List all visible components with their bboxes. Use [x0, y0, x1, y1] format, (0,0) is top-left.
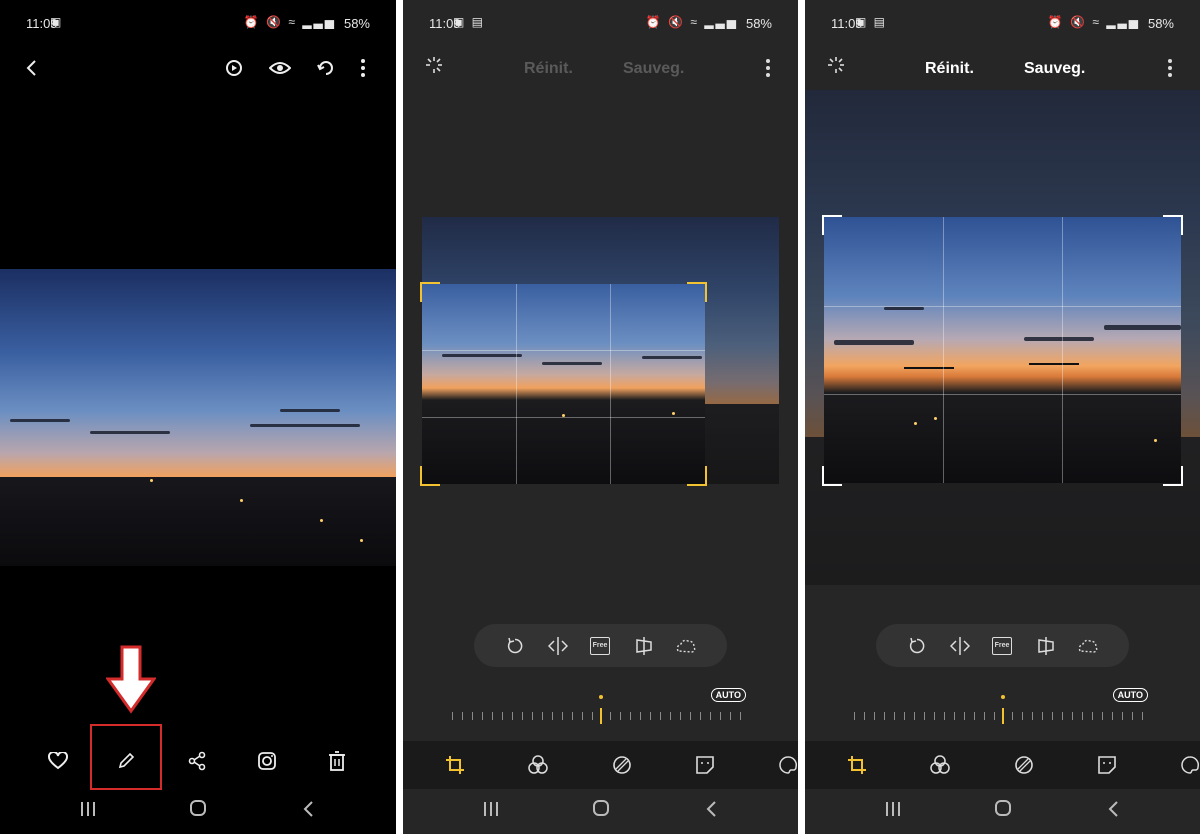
crop-toolbar: Free [876, 624, 1129, 667]
status-icons: ⏰ 🔇 ≈ ▂▃▅ [645, 15, 738, 29]
battery-level: 58% [745, 16, 772, 31]
slider-center-dot [1001, 695, 1005, 699]
photo-editor-cropped-screen: 11:09 ▣ ▤ ⏰ 🔇 ≈ ▂▃▅ 58% Réinit. Sauveg. [805, 0, 1200, 834]
adjust-icon[interactable] [610, 753, 634, 777]
delete-icon[interactable] [325, 749, 349, 773]
nav-back-icon[interactable] [1107, 801, 1119, 822]
free-ratio-label: Free [590, 637, 610, 655]
free-ratio-icon[interactable]: Free [991, 635, 1013, 657]
editor-tab-bar [805, 741, 1200, 789]
slider-indicator [600, 708, 602, 724]
crop-toolbar: Free [474, 624, 727, 667]
crop-handle-bottom-left[interactable] [822, 466, 842, 486]
recent-apps-icon[interactable] [80, 801, 96, 822]
crop-handle-top-right[interactable] [1163, 215, 1183, 235]
share-icon[interactable] [185, 749, 209, 773]
filters-icon[interactable] [526, 753, 550, 777]
rotate-icon[interactable] [906, 635, 928, 657]
sticker-icon[interactable] [693, 753, 717, 777]
free-ratio-icon[interactable]: Free [589, 635, 611, 657]
heart-icon[interactable] [46, 749, 70, 773]
crop-handle-top-left[interactable] [822, 215, 842, 235]
rotate-icon[interactable] [504, 635, 526, 657]
bixby-vision-icon[interactable] [221, 56, 247, 80]
home-icon[interactable] [189, 799, 207, 822]
auto-enhance-icon[interactable] [423, 54, 445, 76]
nav-back-icon[interactable] [302, 801, 314, 822]
photo-editor-screen: 11:09 ▣ ▤ ⏰ 🔇 ≈ ▂▃▅ 58% Réinit. Sauveg. [403, 0, 798, 834]
recent-apps-icon[interactable] [885, 801, 901, 822]
lasso-icon[interactable] [675, 635, 697, 657]
crop-icon[interactable] [443, 753, 467, 777]
crop-handle-top-left[interactable] [420, 282, 440, 302]
battery-level: 58% [343, 16, 370, 31]
sticker-icon[interactable] [1095, 753, 1119, 777]
status-bar: 11:09 ▣ ▤ ⏰ 🔇 ≈ ▂▃▅ 58% [805, 0, 1200, 48]
photo-preview [0, 269, 396, 566]
more-icon[interactable] [352, 56, 374, 80]
more-icon[interactable] [1160, 56, 1180, 80]
crop-handle-bottom-right[interactable] [687, 466, 707, 486]
paint-icon[interactable] [1178, 753, 1200, 777]
crop-handle-bottom-left[interactable] [420, 466, 440, 486]
nav-back-icon[interactable] [705, 801, 717, 822]
crop-handle-bottom-right[interactable] [1163, 466, 1183, 486]
auto-enhance-icon[interactable] [825, 54, 847, 76]
pointer-arrow-icon [105, 645, 157, 720]
battery-level: 58% [1147, 16, 1174, 31]
free-ratio-label: Free [992, 637, 1012, 655]
back-icon[interactable] [20, 56, 44, 80]
status-bar: 11:09 ▣ ⏰ 🔇 ≈ ▂▃▅ 58% [0, 0, 396, 48]
rotate-icon[interactable] [313, 56, 339, 80]
navigation-bar [805, 789, 1200, 834]
reset-button[interactable]: Réinit. [925, 60, 974, 78]
home-icon[interactable] [994, 799, 1012, 822]
notification-icons: ▣ [50, 15, 64, 29]
home-icon[interactable] [592, 799, 610, 822]
edit-highlight-box [90, 724, 162, 790]
flip-icon[interactable] [949, 635, 971, 657]
save-button[interactable]: Sauveg. [623, 60, 684, 78]
navigation-bar [403, 789, 798, 834]
crop-area[interactable] [824, 217, 1181, 483]
more-icon[interactable] [758, 56, 778, 80]
straighten-slider[interactable] [852, 695, 1152, 730]
paint-icon[interactable] [776, 753, 798, 777]
slider-indicator [1002, 708, 1004, 724]
notification-icons: ▣ ▤ [855, 15, 888, 29]
crop-icon[interactable] [845, 753, 869, 777]
crop-area[interactable] [422, 284, 705, 484]
perspective-icon[interactable] [1035, 635, 1057, 657]
flip-icon[interactable] [547, 635, 569, 657]
gallery-viewer-screen: 11:09 ▣ ⏰ 🔇 ≈ ▂▃▅ 58% [0, 0, 396, 834]
eye-icon[interactable] [267, 56, 293, 80]
lasso-icon[interactable] [1077, 635, 1099, 657]
recent-apps-icon[interactable] [483, 801, 499, 822]
crop-handle-top-right[interactable] [687, 282, 707, 302]
save-button[interactable]: Sauveg. [1024, 60, 1085, 78]
adjust-icon[interactable] [1012, 753, 1036, 777]
navigation-bar [0, 789, 396, 834]
status-icons: ⏰ 🔇 ≈ ▂▃▅ [243, 15, 336, 29]
instagram-icon[interactable] [255, 749, 279, 773]
filters-icon[interactable] [928, 753, 952, 777]
editor-tab-bar [403, 741, 798, 789]
status-icons: ⏰ 🔇 ≈ ▂▃▅ [1047, 15, 1140, 29]
status-bar: 11:09 ▣ ▤ ⏰ 🔇 ≈ ▂▃▅ 58% [403, 0, 798, 48]
slider-center-dot [599, 695, 603, 699]
perspective-icon[interactable] [633, 635, 655, 657]
straighten-slider[interactable] [450, 695, 750, 730]
reset-button[interactable]: Réinit. [524, 60, 573, 78]
notification-icons: ▣ ▤ [453, 15, 486, 29]
